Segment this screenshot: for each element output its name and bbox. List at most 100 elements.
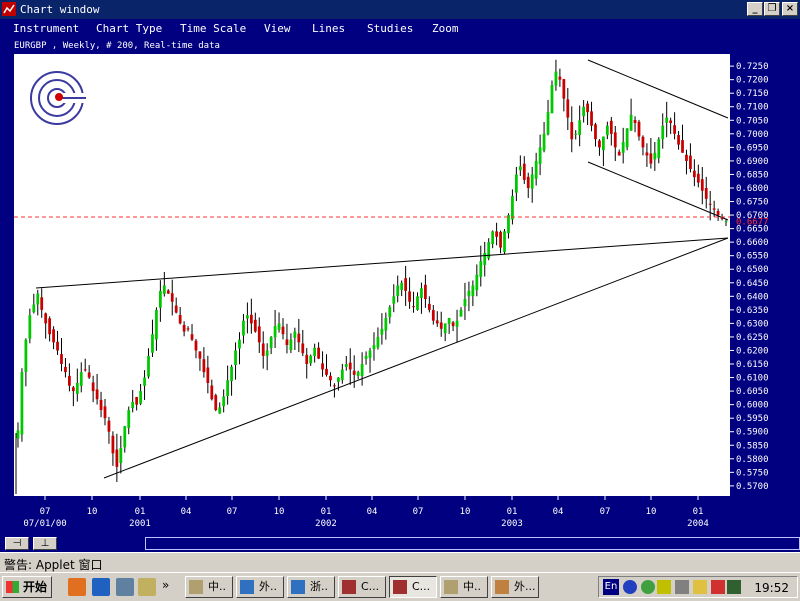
y-tick-label: 0.6300	[736, 319, 769, 329]
security-icon[interactable]	[623, 580, 637, 594]
y-tick-label: 0.7250	[736, 62, 769, 72]
x-tick-label: 10	[274, 507, 285, 517]
help-icon[interactable]	[693, 580, 707, 594]
title-bar: Chart window _ ❐ ×	[0, 0, 800, 19]
x-tick-label: 10	[460, 507, 471, 517]
x-major-label: 2003	[501, 519, 523, 529]
window-title: Chart window	[20, 3, 100, 16]
candle	[550, 80, 554, 114]
task-button-6[interactable]: 中..	[440, 576, 488, 598]
price-chart[interactable]: 0.7250 0.7200 0.7150 0.7100 0.7050 0.7000 0.69…	[0, 38, 800, 534]
maximize-button[interactable]: ❐	[764, 2, 780, 16]
chart-scrollbar[interactable]	[145, 537, 800, 550]
taskbar: 开始 » 中.. 外.. 浙.. C... C... 中.. 外... En 1…	[0, 572, 800, 601]
crosshair-tool-button[interactable]: ⊣	[5, 537, 29, 550]
x-tick-label: 07	[413, 507, 424, 517]
system-tray: En 19:52	[598, 576, 798, 598]
y-tick-label: 0.6600	[736, 238, 769, 248]
x-tick-label: 04	[553, 507, 564, 517]
x-tick-label: 10	[646, 507, 657, 517]
x-tick-label: 04	[181, 507, 192, 517]
task-button-3[interactable]: 浙..	[287, 576, 335, 598]
y-tick-label: 0.5900	[736, 428, 769, 438]
clock: 19:52	[754, 581, 789, 595]
y-tick-label: 0.5950	[736, 414, 769, 424]
minimize-button[interactable]: _	[747, 2, 763, 16]
applet-status-bar: 警告: Applet 窗口	[0, 552, 800, 573]
x-tick-label: 07	[600, 507, 611, 517]
task-button-5[interactable]: C...	[389, 576, 437, 598]
x-major-label: 2001	[129, 519, 151, 529]
x-major-label: 07/01/00	[23, 519, 66, 529]
y-tick-label: 0.7050	[736, 116, 769, 126]
y-tick-label: 0.6250	[736, 333, 769, 343]
y-tick-label: 0.6450	[736, 279, 769, 289]
y-tick-label: 0.7100	[736, 103, 769, 113]
notepad-icon[interactable]	[138, 578, 156, 596]
close-button[interactable]: ×	[782, 2, 798, 16]
x-tick-label: 01	[507, 507, 518, 517]
candle	[214, 393, 218, 412]
x-tick-label: 07	[227, 507, 238, 517]
menu-instrument[interactable]: Instrument	[13, 22, 79, 35]
antivirus-icon[interactable]	[711, 580, 725, 594]
y-tick-label: 0.6550	[736, 252, 769, 262]
menu-time-scale[interactable]: Time Scale	[180, 22, 246, 35]
media-player-icon[interactable]	[68, 578, 86, 596]
x-tick-label: 01	[135, 507, 146, 517]
x-tick-label: 07	[40, 507, 51, 517]
y-tick-label: 0.6400	[736, 292, 769, 302]
y-tick-label: 0.6950	[736, 143, 769, 153]
ie-icon[interactable]	[92, 578, 110, 596]
volume-icon[interactable]	[675, 580, 689, 594]
y-tick-label: 0.5700	[736, 482, 769, 492]
x-tick-label: 04	[367, 507, 378, 517]
task-button-7[interactable]: 外...	[491, 576, 539, 598]
chevron-more-icon[interactable]: »	[162, 578, 169, 592]
y-tick-label: 0.7200	[736, 76, 769, 86]
x-tick-label: 10	[87, 507, 98, 517]
x-major-label: 2002	[315, 519, 337, 529]
y-tick-label: 0.6100	[736, 374, 769, 384]
app-icon	[2, 2, 16, 16]
y-tick-label: 0.6200	[736, 346, 769, 356]
x-tick-label: 01	[321, 507, 332, 517]
y-tick-label: 0.6050	[736, 387, 769, 397]
line-tool-button[interactable]: ⊥	[33, 537, 57, 550]
y-tick-label: 0.6800	[736, 184, 769, 194]
candle	[503, 228, 506, 255]
menu-bar: Instrument Chart Type Time Scale View Li…	[0, 19, 800, 38]
messenger-icon[interactable]	[657, 580, 671, 594]
menu-studies[interactable]: Studies	[367, 22, 413, 35]
start-label: 开始	[23, 580, 48, 594]
menu-zoom[interactable]: Zoom	[432, 22, 459, 35]
y-tick-label: 0.7150	[736, 89, 769, 99]
y-tick-label: 0.5850	[736, 441, 769, 451]
y-tick-label: 0.6500	[736, 265, 769, 275]
status-text: 警告: Applet 窗口	[4, 558, 103, 572]
task-button-1[interactable]: 中..	[185, 576, 233, 598]
desktop-icon[interactable]	[116, 578, 134, 596]
x-major-label: 2004	[687, 519, 709, 529]
start-button[interactable]: 开始	[2, 576, 52, 598]
y-tick-label: 0.6000	[736, 401, 769, 411]
candle	[20, 368, 24, 442]
windows-flag-icon	[6, 581, 19, 593]
x-tick-label: 01	[693, 507, 704, 517]
y-tick-label: 0.6850	[736, 170, 769, 180]
printer-icon[interactable]	[727, 580, 741, 594]
menu-view[interactable]: View	[264, 22, 291, 35]
task-button-4[interactable]: C...	[338, 576, 386, 598]
task-button-2[interactable]: 外..	[236, 576, 284, 598]
y-tick-label: 0.6900	[736, 157, 769, 167]
menu-chart-type[interactable]: Chart Type	[96, 22, 162, 35]
y-tick-label: 0.5800	[736, 455, 769, 465]
y-tick-label: 0.6750	[736, 198, 769, 208]
y-tick-label: 0.7000	[736, 130, 769, 140]
y-tick-label: 0.6150	[736, 360, 769, 370]
language-indicator[interactable]: En	[603, 579, 619, 595]
y-tick-label: 0.6350	[736, 306, 769, 316]
y-tick-label: 0.5750	[736, 468, 769, 478]
network-icon[interactable]	[641, 580, 655, 594]
menu-lines[interactable]: Lines	[312, 22, 345, 35]
